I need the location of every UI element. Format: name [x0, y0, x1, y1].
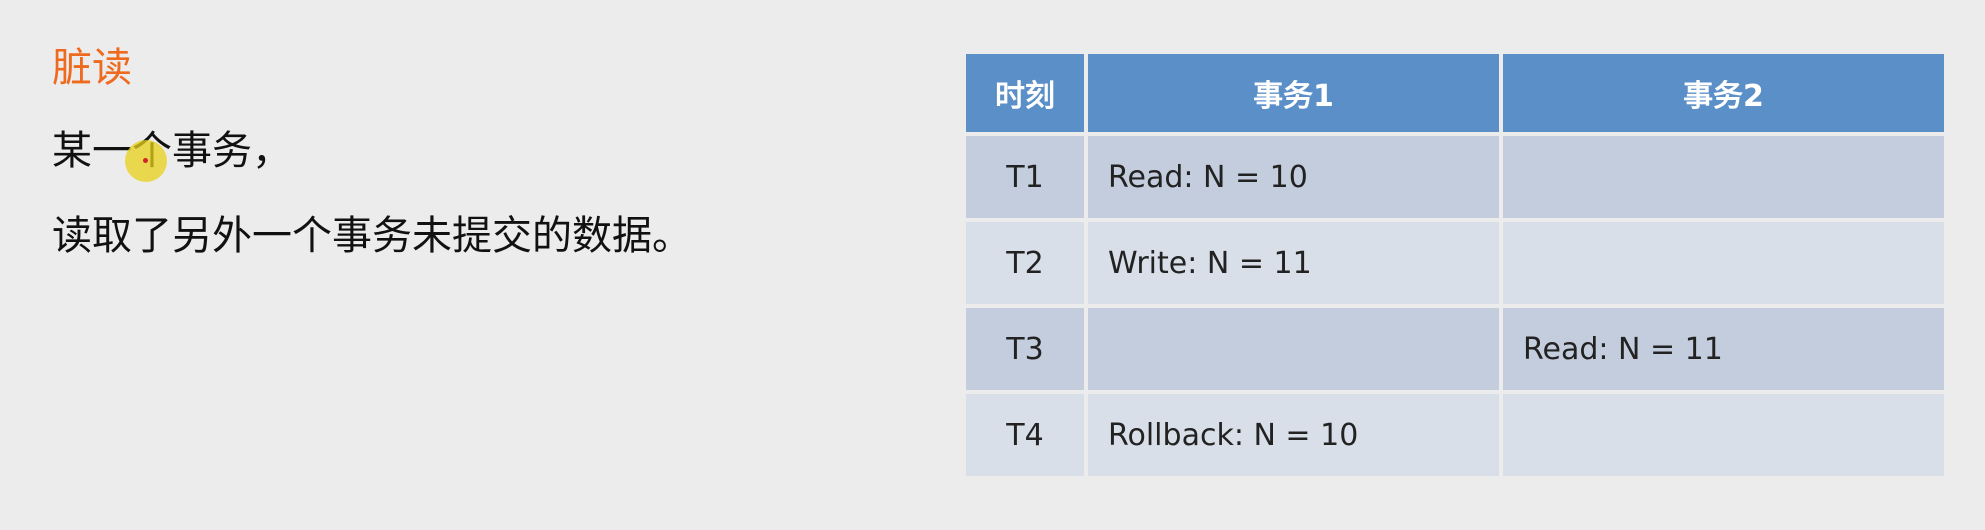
- table-header-row: 时刻 事务1 事务2: [966, 54, 1944, 132]
- transaction-1-cell: Rollback: N = 10: [1088, 394, 1499, 476]
- transaction-2-cell: [1503, 394, 1944, 476]
- transaction-table: 时刻 事务1 事务2 T1 Read: N = 10 T2 Write: N =…: [962, 50, 1948, 480]
- table-row: T4 Rollback: N = 10: [966, 394, 1944, 476]
- transaction-1-cell: [1088, 308, 1499, 390]
- header-transaction-2: 事务2: [1503, 54, 1944, 132]
- time-cell: T4: [966, 394, 1084, 476]
- slide-title: 脏读: [52, 45, 132, 91]
- time-cell: T1: [966, 136, 1084, 218]
- table-row: T2 Write: N = 11: [966, 222, 1944, 304]
- transaction-1-cell: Write: N = 11: [1088, 222, 1499, 304]
- header-transaction-1: 事务1: [1088, 54, 1499, 132]
- transaction-2-cell: [1503, 222, 1944, 304]
- table-row: T1 Read: N = 10: [966, 136, 1944, 218]
- transaction-1-cell: Read: N = 10: [1088, 136, 1499, 218]
- text-line-2: 读取了另外一个事务未提交的数据。: [52, 213, 692, 259]
- text-line-1: 某一个事务，: [52, 128, 292, 174]
- header-time: 时刻: [966, 54, 1084, 132]
- table-row: T3 Read: N = 11: [966, 308, 1944, 390]
- cursor-highlight-icon: [125, 140, 167, 182]
- transaction-2-cell: [1503, 136, 1944, 218]
- time-cell: T3: [966, 308, 1084, 390]
- transaction-2-cell: Read: N = 11: [1503, 308, 1944, 390]
- time-cell: T2: [966, 222, 1084, 304]
